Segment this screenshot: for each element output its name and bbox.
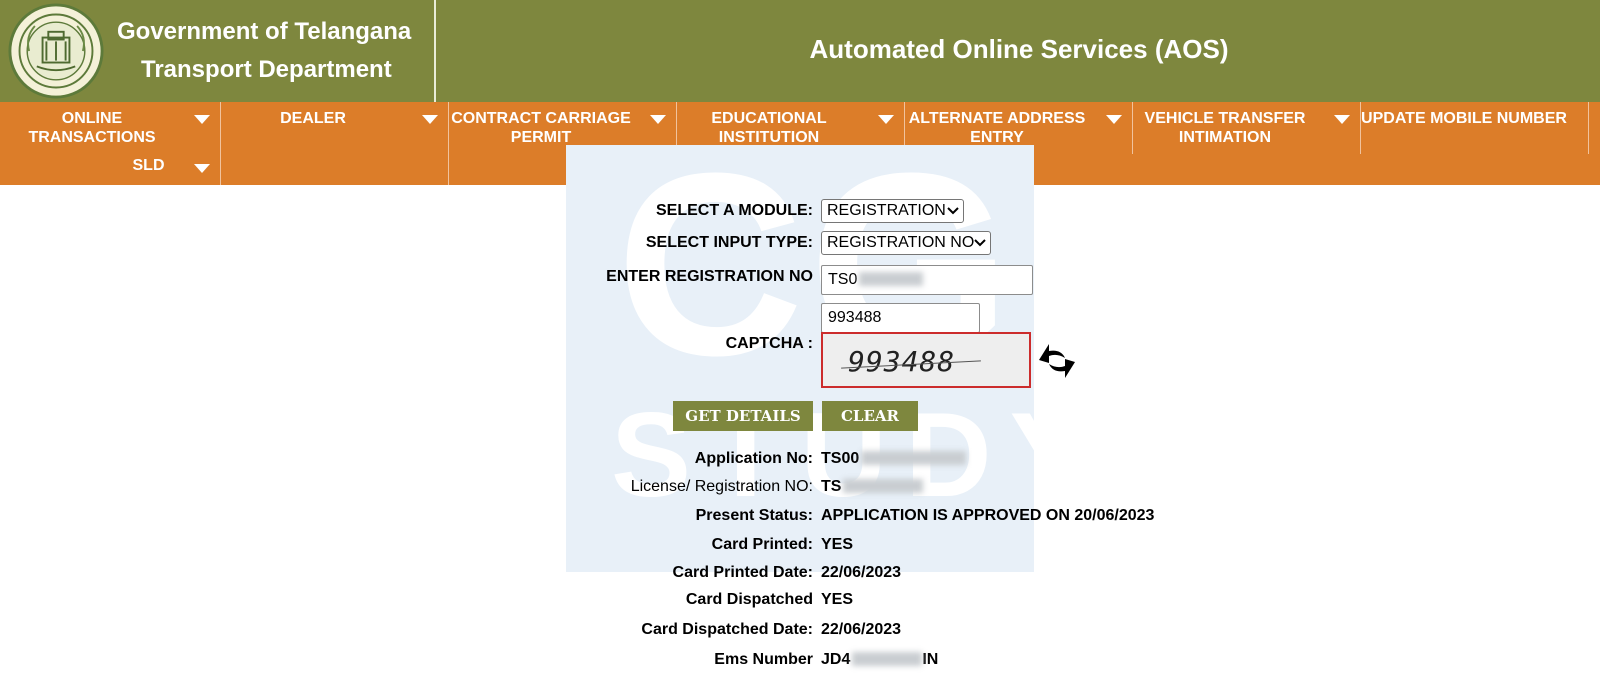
brand: Government of Telangana Transport Depart…: [0, 0, 436, 102]
redacted-blur: [859, 272, 924, 286]
nav-sub-label: SLD: [132, 157, 165, 174]
chevron-down-icon: [974, 239, 986, 247]
captcha-label: CAPTCHA :: [725, 335, 813, 352]
redacted-blur: [843, 479, 924, 493]
redacted-blur: [861, 451, 967, 465]
card-dispatched-date-value: 22/06/2023: [821, 621, 902, 638]
chevron-down-icon: [1334, 115, 1350, 124]
module-label: SELECT A MODULE:: [655, 202, 813, 219]
registration-no-input[interactable]: TS0: [821, 265, 1033, 295]
nav-dealer[interactable]: DEALER: [221, 102, 449, 185]
telangana-emblem-icon: [8, 3, 104, 99]
chevron-down-icon: [422, 115, 438, 124]
header: Government of Telangana Transport Depart…: [0, 0, 1600, 102]
result-label: Application No:: [694, 450, 813, 467]
module-select[interactable]: REGISTRATION: [821, 199, 964, 223]
chevron-down-icon: [947, 207, 959, 215]
module-select-value: REGISTRATION: [827, 202, 946, 219]
refresh-captcha-icon[interactable]: [1035, 338, 1079, 382]
application-no-value: TS00: [821, 450, 967, 468]
captcha-image: 993488: [821, 332, 1031, 388]
nav-vehicle-transfer-intimation[interactable]: VEHICLE TRANSFER INTIMATION: [1133, 102, 1361, 154]
result-value: JD4: [821, 651, 851, 668]
get-details-button[interactable]: GET DETAILS: [673, 401, 813, 431]
nav-label: VEHICLE TRANSFER INTIMATION: [1144, 110, 1306, 146]
nav-label: DEALER: [280, 110, 346, 127]
nav-sld[interactable]: SLD: [0, 154, 220, 184]
captcha-input-value: 993488: [828, 309, 882, 326]
clear-button[interactable]: CLEAR: [822, 401, 918, 431]
registration-no-value: TS0: [828, 271, 858, 288]
chevron-down-icon: [194, 164, 210, 173]
result-label: License/ Registration NO:: [630, 478, 813, 495]
input-type-label: SELECT INPUT TYPE:: [645, 234, 813, 251]
input-type-select[interactable]: REGISTRATION NO: [821, 231, 991, 255]
result-label: Present Status:: [695, 507, 813, 524]
result-label: Card Printed:: [711, 536, 813, 553]
chevron-down-icon: [878, 115, 894, 124]
brand-government-text: Government of Telangana: [117, 18, 412, 45]
registration-no-label: ENTER REGISTRATION NO: [606, 268, 813, 285]
search-form: SELECT A MODULE: REGISTRATION SELECT INP…: [0, 185, 1600, 678]
present-status-value: APPLICATION IS APPROVED ON 20/06/2023: [821, 507, 1155, 524]
chevron-down-icon: [650, 115, 666, 124]
result-value: TS00: [821, 450, 860, 467]
nav-label: EDUCATIONAL INSTITUTION: [711, 110, 827, 146]
redacted-blur: [852, 652, 923, 666]
registration-no-result-value: TS: [821, 478, 924, 496]
ems-number-value: JD4 IN: [821, 651, 938, 669]
captcha-input[interactable]: 993488: [821, 303, 980, 333]
chevron-down-icon: [194, 115, 210, 124]
app-title: Automated Online Services (AOS): [809, 34, 1229, 64]
result-value: TS: [821, 478, 842, 495]
chevron-down-icon: [1106, 115, 1122, 124]
result-label: Ems Number: [714, 651, 813, 668]
input-type-select-value: REGISTRATION NO: [827, 234, 975, 251]
result-label: Card Printed Date:: [672, 564, 813, 581]
nav-label: UPDATE MOBILE NUMBER: [1361, 110, 1567, 127]
nav-label: CONTRACT CARRIAGE PERMIT: [451, 110, 631, 146]
card-dispatched-value: YES: [821, 591, 854, 608]
nav-label: ONLINE TRANSACTIONS: [28, 110, 156, 146]
nav-update-mobile-number[interactable]: UPDATE MOBILE NUMBER: [1361, 102, 1589, 154]
card-printed-date-value: 22/06/2023: [821, 564, 902, 581]
nav-online-transactions[interactable]: ONLINE TRANSACTIONS SLD: [0, 102, 221, 185]
result-label: Card Dispatched Date:: [641, 621, 813, 638]
brand-department-text: Transport Department: [141, 56, 392, 83]
result-value-suffix: IN: [922, 651, 939, 668]
result-label: Card Dispatched: [685, 591, 813, 608]
card-printed-value: YES: [821, 536, 854, 553]
nav-label: ALTERNATE ADDRESS ENTRY: [908, 110, 1086, 146]
